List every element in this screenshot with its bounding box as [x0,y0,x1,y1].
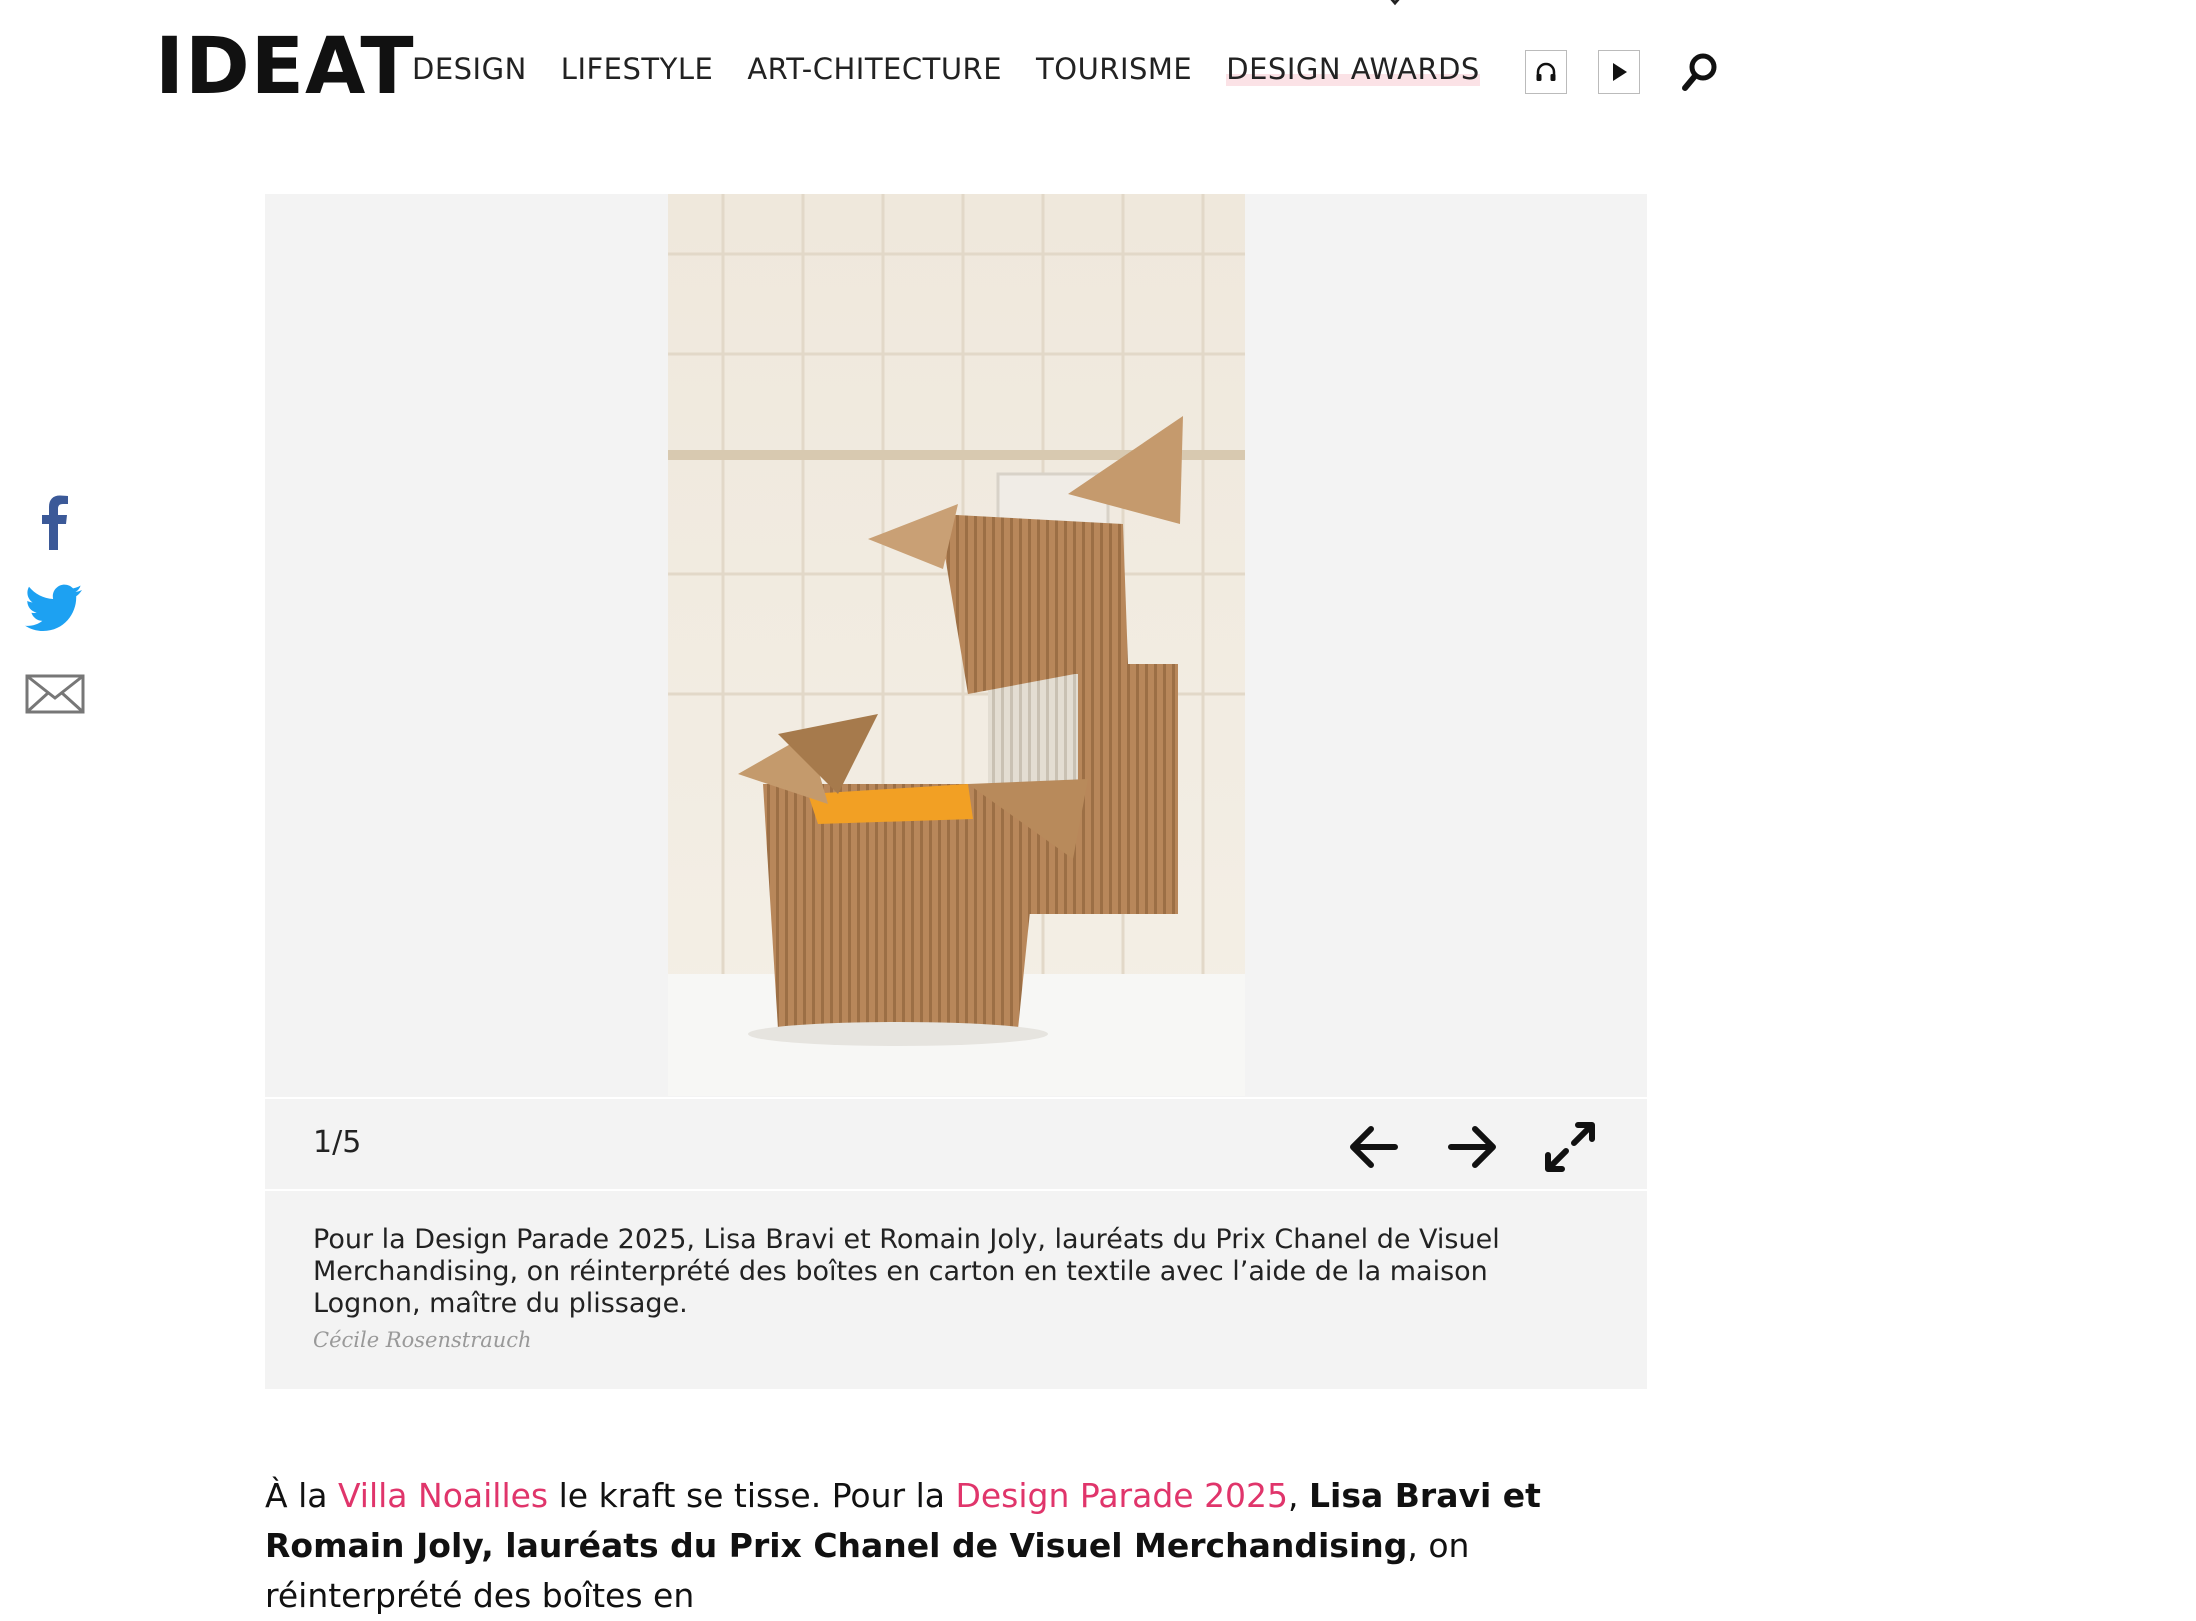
photo-credit: Cécile Rosenstrauch [313,1328,532,1352]
arrow-left-icon[interactable] [1345,1119,1401,1175]
site-logo[interactable]: IDEAT [155,28,415,106]
text-run: , [1288,1476,1310,1515]
video-button[interactable] [1598,50,1640,94]
article-paragraph: À la Villa Noailles le kraft se tisse. P… [265,1471,1605,1621]
gallery-photo[interactable] [668,194,1245,1096]
facebook-icon[interactable] [24,490,86,552]
nav-item-tourisme[interactable]: TOURISME [1036,52,1192,86]
email-icon[interactable] [24,662,86,724]
nav-item-design[interactable]: DESIGN [412,52,527,86]
share-rail [24,490,86,748]
search-icon[interactable] [1680,50,1720,94]
gallery-controls: 1/5 [265,1097,1647,1191]
play-icon [1613,63,1627,81]
image-gallery: 1/5 Pour la Design Parade 2025, Lisa Bra… [265,194,1647,1389]
caret-down-icon [1390,0,1400,6]
gallery-caption: Pour la Design Parade 2025, Lisa Bravi e… [313,1224,1500,1319]
text-run: le kraft se tisse. Pour la [548,1476,956,1515]
headphones-icon [1536,62,1556,81]
podcast-button[interactable] [1525,50,1567,94]
site-header: IDEAT DESIGN LIFESTYLE ART-CHITECTURE TO… [0,0,2196,140]
nav-item-lifestyle[interactable]: LIFESTYLE [561,52,714,86]
gallery-counter: 1/5 [313,1125,362,1160]
expand-icon[interactable] [1542,1119,1598,1175]
nav-item-design-awards[interactable]: DESIGN AWARDS [1226,52,1480,86]
link-design-parade[interactable]: Design Parade 2025 [955,1476,1288,1515]
gallery-stage[interactable] [265,194,1647,1096]
main-nav: DESIGN LIFESTYLE ART-CHITECTURE TOURISME… [412,52,1514,86]
text-run: À la [265,1476,338,1515]
arrow-right-icon[interactable] [1445,1119,1501,1175]
nav-item-architecture[interactable]: ART-CHITECTURE [747,52,1002,86]
twitter-icon[interactable] [24,576,86,638]
link-villa-noailles[interactable]: Villa Noailles [338,1476,548,1515]
